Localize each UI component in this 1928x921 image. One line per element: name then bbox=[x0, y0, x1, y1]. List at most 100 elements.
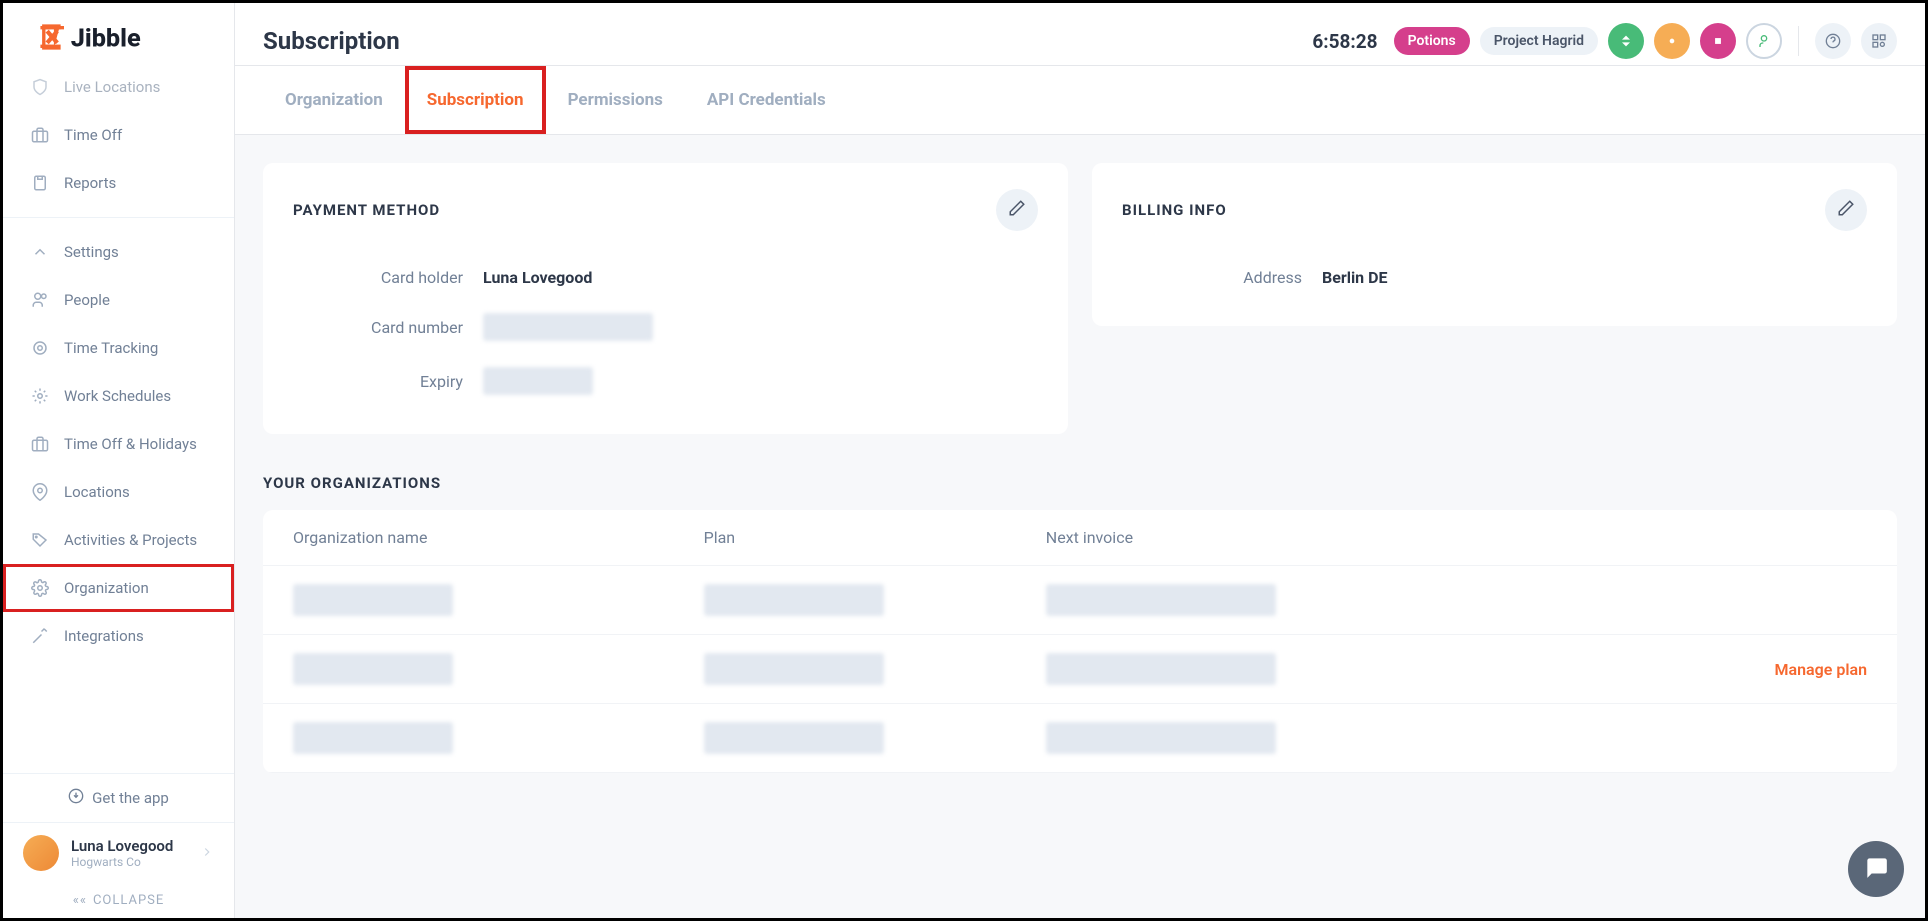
table-row[interactable] bbox=[263, 704, 1897, 773]
sidebar-item-activities-projects[interactable]: Activities & Projects bbox=[3, 516, 234, 564]
orgs-section-title: YOUR ORGANIZATIONS bbox=[263, 474, 1897, 492]
edit-payment-button[interactable] bbox=[996, 189, 1038, 231]
table-row[interactable] bbox=[263, 566, 1897, 635]
cell-plan bbox=[704, 722, 884, 754]
get-app-label: Get the app bbox=[92, 789, 169, 807]
tab-api-credentials[interactable]: API Credentials bbox=[685, 66, 848, 134]
billing-info-card: BILLING INFO Address Berlin DE bbox=[1092, 163, 1897, 326]
svg-text:Jibble: Jibble bbox=[71, 24, 141, 53]
col-org-name: Organization name bbox=[293, 528, 704, 547]
clipboard-icon bbox=[30, 173, 50, 193]
sidebar-item-label: Time Off bbox=[64, 126, 122, 144]
user-clock-button[interactable] bbox=[1746, 23, 1782, 59]
sidebar-item-label: Reports bbox=[64, 174, 116, 192]
chat-icon bbox=[1863, 854, 1889, 884]
sidebar-item-time-off-holidays[interactable]: Time Off & Holidays bbox=[3, 420, 234, 468]
sidebar-item-integrations[interactable]: Integrations bbox=[3, 612, 234, 660]
sidebar-item-organization[interactable]: Organization bbox=[3, 564, 234, 612]
pencil-icon bbox=[1837, 199, 1855, 221]
sidebar-item-label: Work Schedules bbox=[64, 387, 171, 405]
users-icon bbox=[30, 290, 50, 310]
stop-button[interactable] bbox=[1700, 23, 1736, 59]
logo[interactable]: Jibble bbox=[3, 3, 234, 69]
sidebar-item-label: Settings bbox=[64, 243, 119, 261]
play-button[interactable] bbox=[1608, 23, 1644, 59]
cell-org-name bbox=[293, 722, 453, 754]
tab-subscription[interactable]: Subscription bbox=[405, 66, 546, 134]
edit-billing-button[interactable] bbox=[1825, 189, 1867, 231]
sidebar-item-reports[interactable]: Reports bbox=[3, 159, 234, 207]
sidebar-item-label: Integrations bbox=[64, 627, 144, 645]
briefcase-icon bbox=[30, 125, 50, 145]
cell-plan bbox=[704, 653, 884, 685]
main-content: Subscription 6:58:28 Potions Project Hag… bbox=[235, 3, 1925, 918]
user-menu[interactable]: Luna Lovegood Hogwarts Co bbox=[3, 822, 234, 883]
sidebar-item-locations[interactable]: Locations bbox=[3, 468, 234, 516]
plug-icon bbox=[30, 626, 50, 646]
billing-title: BILLING INFO bbox=[1122, 201, 1227, 219]
card-holder-label: Card holder bbox=[293, 268, 463, 287]
calendar-cog-icon bbox=[30, 386, 50, 406]
timer-display: 6:58:28 bbox=[1312, 30, 1377, 53]
address-label: Address bbox=[1122, 268, 1302, 287]
payment-method-card: PAYMENT METHOD Card holder Luna Lovegood… bbox=[263, 163, 1068, 434]
sidebar-item-work-schedules[interactable]: Work Schedules bbox=[3, 372, 234, 420]
top-bar: Subscription 6:58:28 Potions Project Hag… bbox=[235, 3, 1925, 66]
sidebar-item-label: Organization bbox=[64, 579, 149, 597]
cell-plan bbox=[704, 584, 884, 616]
tabs: Organization Subscription Permissions AP… bbox=[235, 66, 1925, 135]
sidebar-item-label: Locations bbox=[64, 483, 130, 501]
collapse-button[interactable]: «« COLLAPSE bbox=[3, 883, 234, 918]
card-number-label: Card number bbox=[293, 318, 463, 337]
table-header: Organization name Plan Next invoice bbox=[263, 510, 1897, 566]
tab-permissions[interactable]: Permissions bbox=[546, 66, 685, 134]
sidebar-nav: Live Locations Time Off Reports Settings… bbox=[3, 69, 234, 773]
user-name: Luna Lovegood bbox=[71, 837, 188, 855]
orgs-table: Organization name Plan Next invoice Mana… bbox=[263, 510, 1897, 773]
pin-icon bbox=[30, 482, 50, 502]
manage-plan-link[interactable]: Manage plan bbox=[1775, 660, 1868, 679]
content-area: PAYMENT METHOD Card holder Luna Lovegood… bbox=[235, 135, 1925, 918]
chevron-double-left-icon: «« bbox=[73, 893, 87, 908]
cell-invoice bbox=[1046, 584, 1276, 616]
col-plan: Plan bbox=[704, 528, 1046, 547]
chat-widget-button[interactable] bbox=[1848, 841, 1904, 897]
sidebar-item-live-locations[interactable]: Live Locations bbox=[3, 69, 234, 111]
sidebar-item-time-tracking[interactable]: Time Tracking bbox=[3, 324, 234, 372]
expiry-label: Expiry bbox=[293, 372, 463, 391]
col-invoice: Next invoice bbox=[1046, 528, 1388, 547]
download-icon bbox=[68, 788, 84, 808]
target-icon bbox=[30, 338, 50, 358]
sidebar-item-people[interactable]: People bbox=[3, 276, 234, 324]
gear-icon bbox=[30, 578, 50, 598]
user-org: Hogwarts Co bbox=[71, 855, 188, 869]
sidebar-item-label: Time Off & Holidays bbox=[64, 435, 197, 453]
sidebar-item-settings[interactable]: Settings bbox=[3, 228, 234, 276]
apps-button[interactable] bbox=[1861, 23, 1897, 59]
activity-pill[interactable]: Potions bbox=[1394, 27, 1470, 55]
sidebar-item-time-off[interactable]: Time Off bbox=[3, 111, 234, 159]
shield-icon bbox=[30, 77, 50, 97]
payment-title: PAYMENT METHOD bbox=[293, 201, 440, 219]
avatar bbox=[23, 835, 59, 871]
get-app-button[interactable]: Get the app bbox=[3, 773, 234, 822]
pause-button[interactable] bbox=[1654, 23, 1690, 59]
cell-invoice bbox=[1046, 722, 1276, 754]
chevron-right-icon bbox=[200, 844, 214, 863]
collapse-label: COLLAPSE bbox=[93, 893, 164, 908]
tab-organization[interactable]: Organization bbox=[263, 66, 405, 134]
card-number-value bbox=[483, 313, 653, 341]
help-button[interactable] bbox=[1815, 23, 1851, 59]
divider bbox=[3, 217, 234, 218]
cell-invoice bbox=[1046, 653, 1276, 685]
chevron-up-icon bbox=[30, 242, 50, 262]
sidebar-item-label: Time Tracking bbox=[64, 339, 158, 357]
pencil-icon bbox=[1008, 199, 1026, 221]
sidebar: Jibble Live Locations Time Off Reports S… bbox=[3, 3, 235, 918]
table-row[interactable]: Manage plan bbox=[263, 635, 1897, 704]
cell-org-name bbox=[293, 653, 453, 685]
project-pill[interactable]: Project Hagrid bbox=[1480, 27, 1598, 55]
sidebar-item-label: Activities & Projects bbox=[64, 531, 197, 549]
page-title: Subscription bbox=[263, 27, 400, 55]
card-holder-value: Luna Lovegood bbox=[483, 268, 592, 287]
